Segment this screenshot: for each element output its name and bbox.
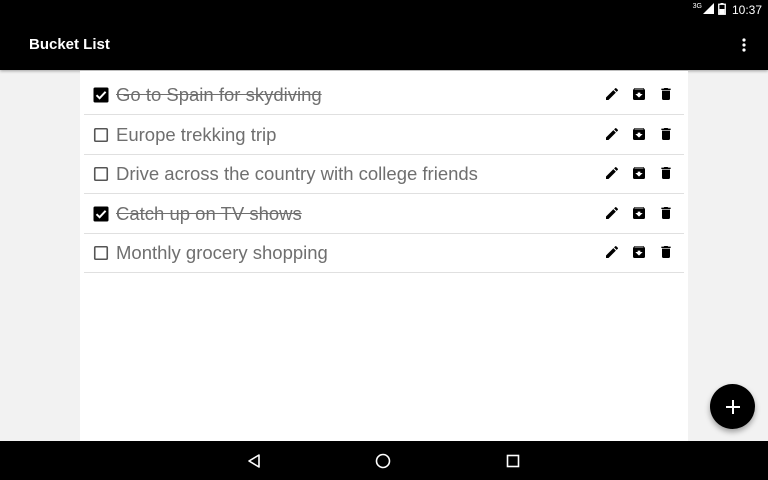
home-button[interactable] — [373, 451, 393, 471]
status-icons: 3G 10:37 — [693, 2, 762, 18]
checkbox-unchecked-icon — [93, 245, 109, 261]
item-checkbox[interactable] — [93, 166, 109, 182]
item-text: Go to Spain for skydiving — [116, 84, 322, 105]
list-item[interactable]: Europe trekking trip — [84, 115, 684, 155]
delete-icon — [661, 127, 671, 140]
navigation-bar — [0, 441, 768, 480]
archive-icon — [633, 127, 645, 140]
add-item-button[interactable] — [710, 384, 755, 429]
checkbox-unchecked-icon — [93, 166, 109, 182]
checkbox-checked-icon — [93, 206, 109, 221]
list-item[interactable]: Catch up on TV shows — [84, 194, 684, 234]
back-button[interactable] — [244, 451, 264, 471]
delete-button[interactable] — [656, 124, 676, 144]
edit-icon — [606, 245, 619, 258]
edit-button[interactable] — [602, 163, 622, 183]
edit-icon — [606, 206, 619, 219]
delete-button[interactable] — [656, 163, 676, 183]
delete-button[interactable] — [656, 242, 676, 262]
bucket-list-card: Go to Spain for skydiving Europe trekking… — [80, 71, 688, 441]
archive-button[interactable] — [629, 163, 649, 183]
status-time: 10:37 — [731, 3, 762, 17]
delete-button[interactable] — [656, 84, 676, 104]
edit-icon — [606, 127, 619, 140]
archive-icon — [633, 167, 645, 179]
recents-icon — [506, 454, 520, 468]
edit-icon — [606, 166, 619, 179]
archive-button[interactable] — [629, 242, 649, 262]
delete-button[interactable] — [656, 203, 676, 223]
list-item[interactable]: Monthly grocery shopping — [84, 233, 684, 273]
recents-button[interactable] — [503, 451, 523, 471]
delete-icon — [661, 246, 671, 258]
archive-button[interactable] — [629, 124, 649, 144]
archive-button[interactable] — [629, 84, 649, 104]
delete-icon — [661, 88, 671, 100]
item-text: Monthly grocery shopping — [116, 242, 328, 263]
checkbox-checked-icon — [93, 87, 109, 103]
archive-button[interactable] — [629, 203, 649, 223]
back-icon — [248, 454, 260, 468]
app-title: Bucket List — [29, 36, 110, 53]
item-text: Europe trekking trip — [116, 123, 277, 145]
edit-button[interactable] — [602, 242, 622, 262]
add-icon — [725, 399, 740, 414]
item-checkbox[interactable] — [93, 87, 109, 103]
edit-icon — [606, 87, 619, 100]
archive-icon — [633, 88, 645, 100]
checkbox-unchecked-icon — [93, 127, 109, 142]
home-icon — [375, 453, 391, 469]
item-text: Catch up on TV shows — [116, 202, 302, 224]
signal-icon — [702, 3, 714, 17]
item-text: Drive across the country with college fr… — [116, 163, 478, 184]
delete-icon — [661, 167, 671, 179]
archive-icon — [633, 246, 645, 258]
app-bar: Bucket List — [0, 20, 768, 70]
battery-icon — [718, 2, 726, 18]
delete-icon — [661, 206, 671, 219]
list-item[interactable]: Drive across the country with college fr… — [84, 154, 684, 194]
list-item[interactable]: Go to Spain for skydiving — [84, 75, 684, 115]
status-bar: 3G 10:37 — [0, 0, 768, 20]
item-checkbox[interactable] — [93, 127, 109, 143]
edit-button[interactable] — [602, 124, 622, 144]
edit-button[interactable] — [602, 84, 622, 104]
more-vert-icon — [742, 38, 746, 52]
network-type-label: 3G — [692, 2, 702, 10]
item-checkbox[interactable] — [93, 206, 109, 222]
item-checkbox[interactable] — [93, 245, 109, 261]
edit-button[interactable] — [602, 203, 622, 223]
overflow-menu-button[interactable] — [736, 35, 752, 55]
archive-icon — [633, 206, 645, 219]
